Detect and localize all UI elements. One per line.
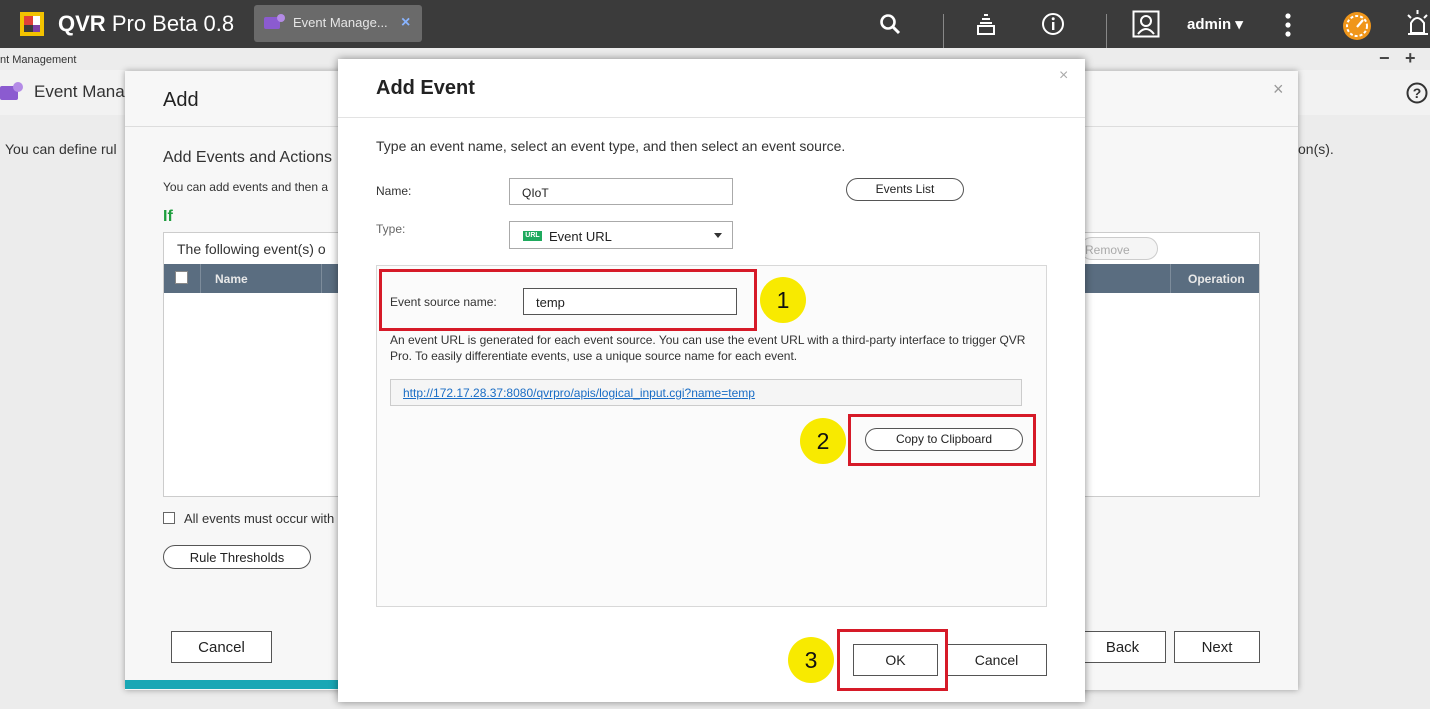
if-label: If	[163, 208, 173, 225]
section-title: Add Events and Actions	[163, 149, 332, 166]
svg-text:?: ?	[1413, 85, 1422, 101]
event-url-description: An event URL is generated for each event…	[390, 333, 1026, 363]
event-type-select[interactable]: URL Event URL	[509, 221, 733, 249]
highlight-copy-button	[848, 414, 1036, 466]
minimize-button[interactable]: −	[1379, 48, 1390, 69]
close-icon[interactable]: ×	[1273, 79, 1284, 100]
highlight-ok-button	[837, 629, 948, 691]
all-events-option[interactable]: All events must occur with	[163, 511, 334, 526]
page-description-end: on(s).	[1298, 141, 1334, 157]
event-url-box: http://172.17.28.37:8080/qvrpro/apis/log…	[390, 379, 1022, 406]
select-all-checkbox[interactable]	[175, 271, 188, 284]
all-events-checkbox[interactable]	[163, 512, 175, 524]
event-management-icon	[264, 14, 285, 29]
app-title: QVR Pro Beta 0.8	[58, 11, 235, 36]
next-button[interactable]: Next	[1174, 631, 1260, 663]
event-type-value: Event URL	[549, 229, 612, 244]
events-list-button[interactable]: Events List	[846, 178, 964, 201]
cancel-button[interactable]: Cancel	[171, 631, 272, 663]
column-operation: Operation	[1188, 272, 1245, 286]
more-options-icon[interactable]	[1284, 13, 1292, 37]
speedometer-icon[interactable]	[1340, 10, 1374, 40]
tab-event-management[interactable]: Event Manage... ×	[254, 5, 422, 42]
back-button[interactable]: Back	[1079, 631, 1166, 663]
help-icon[interactable]: ?	[1406, 82, 1428, 104]
step-3-marker: 3	[788, 637, 834, 683]
chevron-down-icon	[714, 233, 722, 238]
name-label: Name:	[376, 184, 412, 198]
dialog-title: Add Event	[376, 77, 475, 99]
search-icon[interactable]	[879, 13, 901, 35]
task-stack-icon[interactable]	[975, 12, 997, 36]
rule-thresholds-button[interactable]: Rule Thresholds	[163, 545, 311, 569]
cancel-button[interactable]: Cancel	[946, 644, 1047, 676]
add-event-dialog: Add Event × Type an event name, select a…	[338, 59, 1085, 702]
qvr-logo-icon	[20, 12, 44, 36]
event-name-input[interactable]: QIoT	[509, 178, 733, 205]
window-heading: Event Mana	[34, 82, 125, 101]
page-description: You can define rul	[5, 141, 117, 157]
window-title: nt Management	[0, 54, 77, 66]
maximize-button[interactable]: +	[1405, 48, 1416, 69]
section-description: You can add events and then a	[163, 180, 329, 194]
info-icon[interactable]	[1041, 12, 1065, 36]
dialog-title: Add	[163, 89, 199, 111]
tab-label: Event Manage...	[293, 15, 388, 30]
user-menu[interactable]: admin ▾	[1187, 15, 1243, 33]
step-2-marker: 2	[800, 418, 846, 464]
event-management-icon	[0, 82, 23, 100]
highlight-source-name	[379, 269, 757, 331]
instruction-text: Type an event name, select an event type…	[376, 138, 846, 154]
table-caption: The following event(s) o	[177, 241, 326, 257]
top-bar: QVR Pro Beta 0.8 Event Manage... × admin…	[0, 0, 1430, 48]
user-avatar-icon[interactable]	[1132, 10, 1160, 38]
event-url-link[interactable]: http://172.17.28.37:8080/qvrpro/apis/log…	[403, 386, 755, 400]
close-icon[interactable]: ×	[1059, 67, 1068, 85]
progress-bar	[125, 680, 338, 689]
column-name: Name	[215, 272, 248, 286]
step-1-marker: 1	[760, 277, 806, 323]
alarm-icon[interactable]	[1405, 9, 1430, 37]
url-type-icon: URL	[523, 231, 542, 241]
tab-close-icon[interactable]: ×	[401, 14, 410, 32]
remove-button[interactable]: Remove	[1080, 237, 1158, 260]
type-label: Type:	[376, 222, 406, 236]
